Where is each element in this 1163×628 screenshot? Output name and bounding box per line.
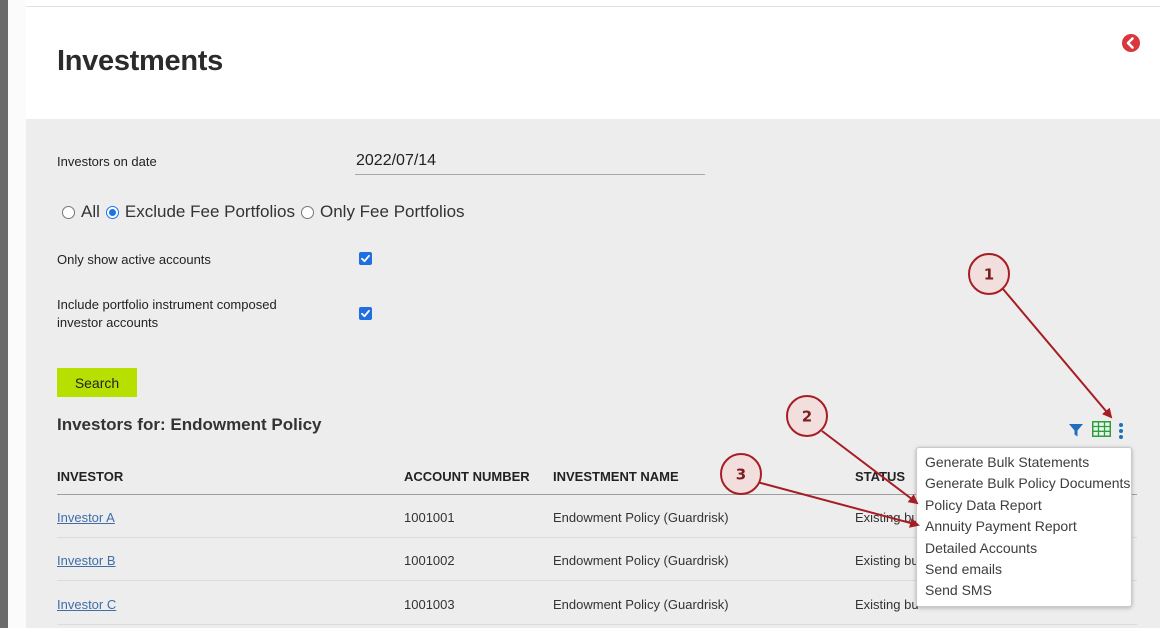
account-number-cell: 1001001: [404, 510, 455, 525]
investments-panel: Investments Investors on date 2022/07/14…: [26, 6, 1160, 628]
composed-accounts-checkbox[interactable]: [359, 307, 372, 320]
menu-item-send-emails[interactable]: Send emails: [917, 561, 1131, 582]
menu-item-send-sms[interactable]: Send SMS: [917, 582, 1131, 603]
window-gutter: [8, 0, 26, 628]
active-accounts-checkbox[interactable]: [359, 252, 372, 265]
investment-name-cell: Endowment Policy (Guardrisk): [553, 553, 729, 568]
account-number-cell: 1001003: [404, 597, 455, 612]
menu-item-policy-data-report[interactable]: Policy Data Report: [917, 497, 1131, 518]
menu-item-generate-bulk-statements[interactable]: Generate Bulk Statements: [917, 454, 1131, 475]
date-input[interactable]: 2022/07/14: [355, 150, 705, 175]
status-cell: Existing bu: [855, 553, 919, 568]
menu-item-generate-bulk-policy-documents[interactable]: Generate Bulk Policy Documents: [917, 475, 1131, 496]
radio-only-fee-label: Only Fee Portfolios: [320, 202, 465, 221]
filter-icon[interactable]: [1068, 422, 1084, 443]
column-account-number[interactable]: ACCOUNT NUMBER: [404, 469, 530, 484]
portfolio-radio-group: All Exclude Fee Portfolios Only Fee Port…: [62, 202, 471, 222]
page-header: Investments: [26, 7, 1160, 119]
radio-all-label: All: [81, 202, 100, 221]
column-status[interactable]: STATUS: [855, 469, 905, 484]
column-investor[interactable]: INVESTOR: [57, 469, 123, 484]
investment-name-cell: Endowment Policy (Guardrisk): [553, 510, 729, 525]
investor-link[interactable]: Investor C: [57, 597, 116, 612]
window-edge: [0, 0, 8, 628]
investor-link[interactable]: Investor A: [57, 510, 115, 525]
composed-accounts-label-line2: investor accounts: [57, 315, 159, 330]
status-cell: Existing bu: [855, 510, 919, 525]
investor-link[interactable]: Investor B: [57, 553, 116, 568]
account-number-cell: 1001002: [404, 553, 455, 568]
active-accounts-label: Only show active accounts: [57, 252, 211, 267]
status-cell: Existing bu: [855, 597, 919, 612]
date-label: Investors on date: [57, 154, 157, 169]
radio-exclude-fee[interactable]: [105, 205, 119, 219]
actions-dropdown-menu: Generate Bulk Statements Generate Bulk P…: [916, 447, 1132, 607]
radio-only-fee[interactable]: [301, 205, 314, 219]
menu-item-annuity-payment-report[interactable]: Annuity Payment Report: [917, 518, 1131, 539]
results-title: Investors for: Endowment Policy: [57, 415, 322, 434]
radio-all[interactable]: [62, 205, 75, 219]
chevron-left-circle-icon[interactable]: [1122, 34, 1140, 52]
menu-item-detailed-accounts[interactable]: Detailed Accounts: [917, 540, 1131, 561]
composed-accounts-label-line1: Include portfolio instrument composed: [57, 297, 277, 312]
vertical-ellipsis-icon[interactable]: [1117, 422, 1125, 445]
search-button[interactable]: Search: [57, 368, 137, 397]
radio-exclude-fee-label: Exclude Fee Portfolios: [124, 202, 295, 221]
page-title: Investments: [57, 45, 223, 77]
investment-name-cell: Endowment Policy (Guardrisk): [553, 597, 729, 612]
column-investment-name[interactable]: INVESTMENT NAME: [553, 469, 679, 484]
table-grid-icon[interactable]: [1092, 421, 1111, 442]
